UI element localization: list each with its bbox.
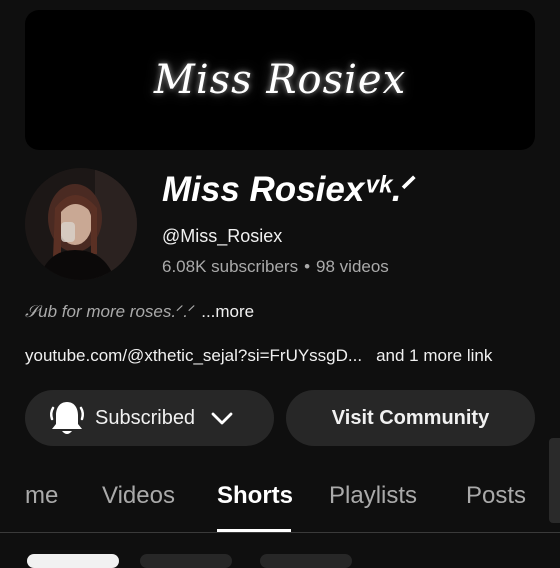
filter-chip[interactable] [140,554,232,568]
channel-tabs: me Videos Shorts Playlists Posts [0,466,560,533]
tab-posts[interactable]: Posts [466,482,526,510]
filter-chip[interactable] [27,554,119,568]
subscribed-label: Subscribed [95,406,196,429]
primary-link[interactable]: youtube.com/@xthetic_sejal?si=FrUYssgD..… [25,346,362,365]
channel-stats: 6.08K subscribers • 98 videos [162,257,389,277]
bell-icon [49,402,85,434]
chevron-down-icon [211,412,233,425]
subscriber-count: 6.08K subscribers [162,257,299,276]
channel-name: Miss Rosiexᵛᵏ.ᐟ [162,170,417,209]
more-link[interactable]: ...more [201,302,254,321]
subscribed-button[interactable]: Subscribed [25,390,274,446]
channel-avatar[interactable] [25,168,137,280]
banner-logo-text: Miss Rosiex [153,57,407,103]
channel-links[interactable]: youtube.com/@xthetic_sejal?si=FrUYssgD..… [25,346,540,366]
video-count: 98 videos [316,257,389,276]
tab-home[interactable]: me [25,482,58,510]
channel-handle: @Miss_Rosiex [162,226,283,246]
tab-videos[interactable]: Videos [102,482,175,510]
side-panel-edge [549,438,560,523]
more-links[interactable]: and 1 more link [376,346,492,365]
visit-community-label: Visit Community [331,406,490,429]
description-text: 𝒮ub for more roses.ᐟ.ᐟ [25,302,196,321]
separator-dot: • [304,257,311,276]
filter-chip[interactable] [260,554,352,568]
channel-banner: Miss Rosiex [25,10,535,150]
visit-community-button[interactable]: Visit Community [286,390,535,446]
channel-description[interactable]: 𝒮ub for more roses.ᐟ.ᐟ ...more [25,302,254,322]
tab-shorts[interactable]: Shorts [217,482,293,510]
tab-playlists[interactable]: Playlists [329,482,417,510]
active-tab-indicator [217,529,291,532]
